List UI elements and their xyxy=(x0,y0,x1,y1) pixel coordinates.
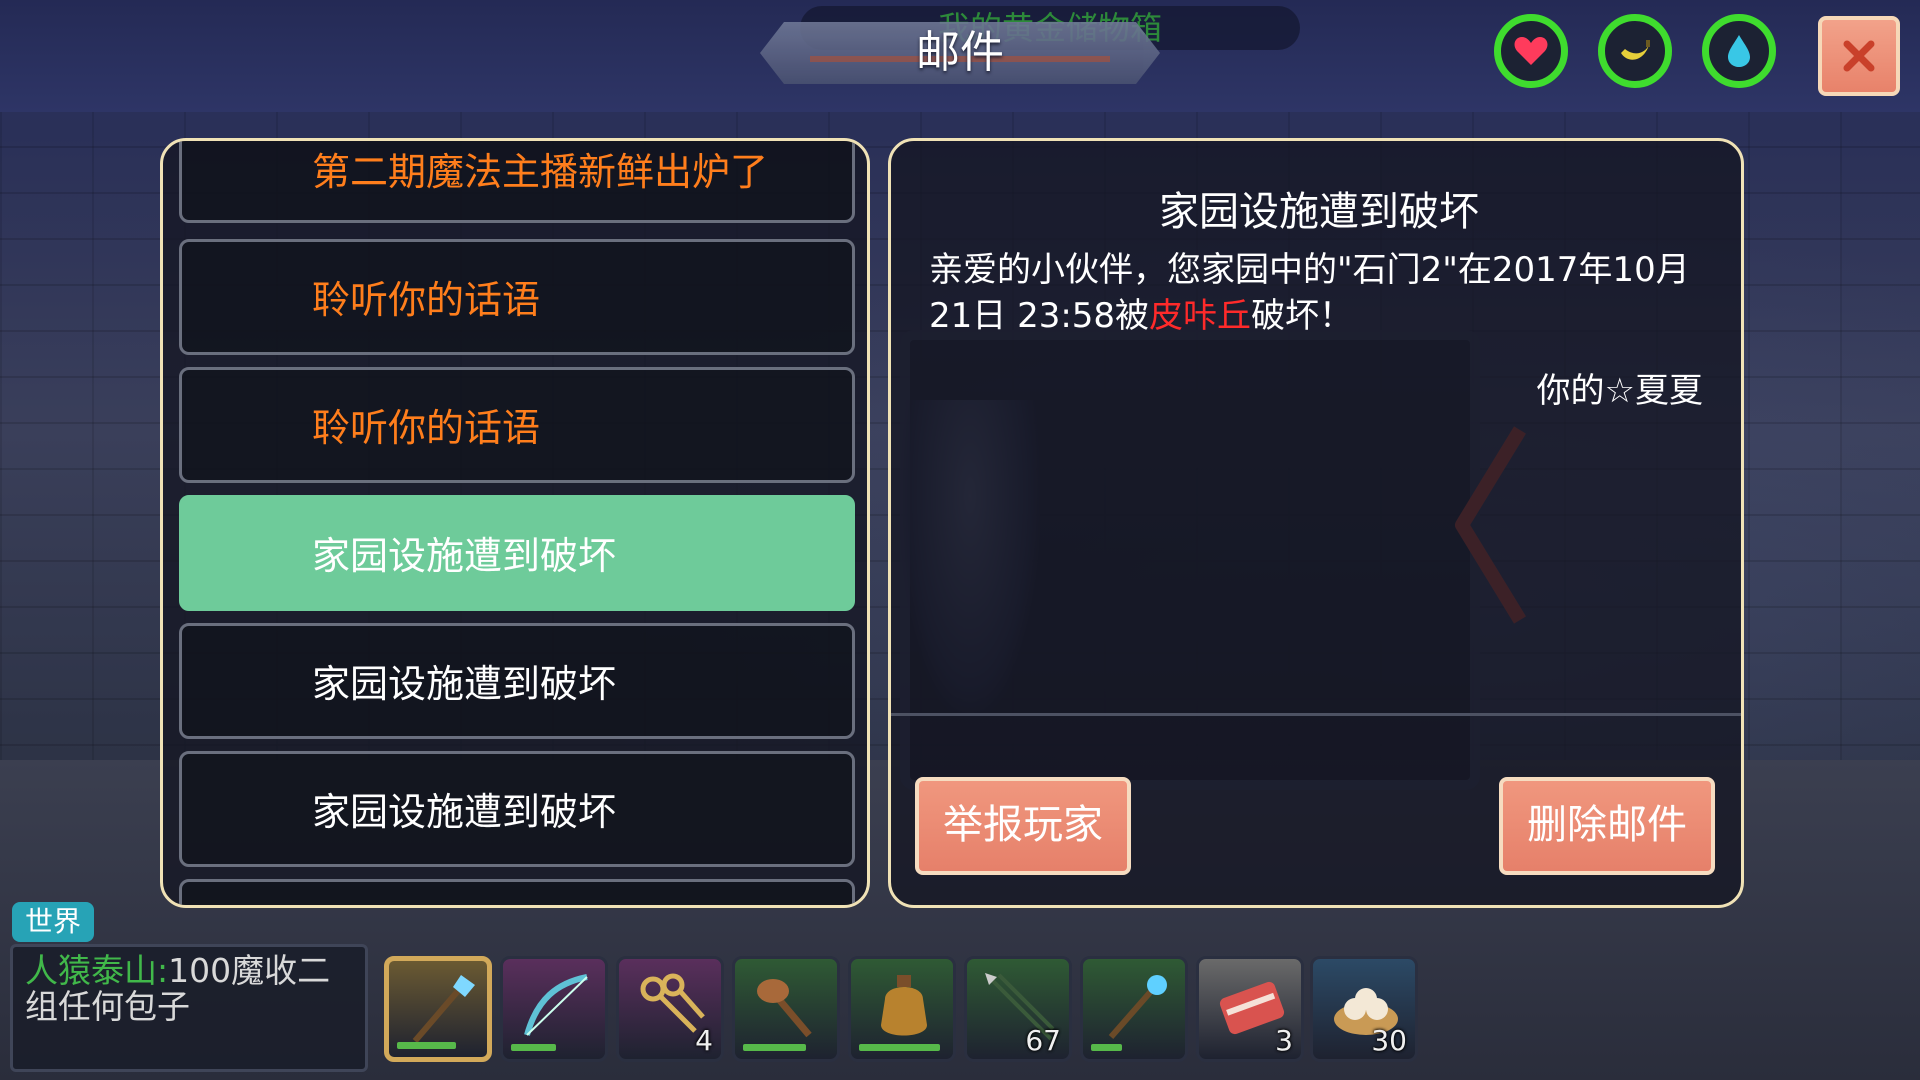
mail-item-label: 聆听你的话语 xyxy=(312,278,541,322)
attacker-name: 皮咔丘 xyxy=(1149,296,1252,336)
durability-bar xyxy=(743,1044,806,1051)
water-drop-icon xyxy=(1728,35,1750,67)
mail-item-label: 第二期魔法主播新鲜出炉了 xyxy=(312,150,769,194)
hotbar-slot-selected[interactable] xyxy=(384,956,492,1062)
banana-icon xyxy=(1621,40,1650,60)
hotbar-slot[interactable] xyxy=(732,956,840,1062)
mail-body-text-end: 破坏！ xyxy=(1251,296,1354,336)
mail-item[interactable]: 家园设施遭到破坏 xyxy=(179,751,855,867)
page-title: 邮件 xyxy=(916,27,1004,78)
mail-item-label: 家园设施遭到破坏 xyxy=(312,662,617,706)
wooden-club-icon xyxy=(757,979,812,1038)
mail-detail-panel: 家园设施遭到破坏 亲爱的小伙伴，您家园中的"石门2"在2017年10月21日 2… xyxy=(888,138,1744,908)
heart-icon xyxy=(1514,37,1548,65)
delete-mail-button[interactable]: 删除邮件 xyxy=(1499,777,1715,875)
mail-item-label: 聆听你的话语 xyxy=(312,406,541,450)
item-count: 30 xyxy=(1371,1024,1407,1057)
mail-item[interactable]: 家园设施遭到破坏 xyxy=(179,623,855,739)
mail-body: 亲爱的小伙伴，您家园中的"石门2"在2017年10月21日 23:58被皮咔丘破… xyxy=(929,247,1709,339)
crystal-bow-icon xyxy=(524,974,588,1036)
mail-item[interactable]: 聆听你的话语 xyxy=(179,367,855,483)
chat-tab-world[interactable]: 世界 xyxy=(12,902,94,942)
mail-item-label: 家园设施遭到破坏 xyxy=(312,790,617,834)
durability-bar xyxy=(1091,1044,1122,1051)
divider xyxy=(891,713,1741,716)
magic-wand-icon xyxy=(1108,975,1167,1039)
hotbar-slot[interactable] xyxy=(1080,956,1188,1062)
mail-item-partial[interactable] xyxy=(179,879,855,905)
mail-item[interactable]: 第二期魔法主播新鲜出炉了 xyxy=(179,141,855,223)
chat-sender: 人猿泰山 xyxy=(25,951,157,990)
hotbar-slot[interactable]: 30 xyxy=(1310,956,1418,1062)
item-count: 4 xyxy=(695,1024,713,1057)
close-icon xyxy=(1843,40,1875,72)
mail-item[interactable]: 聆听你的话语 xyxy=(179,239,855,355)
hotbar-slot[interactable]: 3 xyxy=(1196,956,1304,1062)
close-button[interactable] xyxy=(1818,16,1900,96)
durability-bar xyxy=(397,1042,456,1049)
hotbar-slot[interactable]: 4 xyxy=(616,956,724,1062)
report-player-button[interactable]: 举报玩家 xyxy=(915,777,1131,875)
hunger-indicator xyxy=(1598,14,1672,88)
chat-colon: : xyxy=(157,951,169,990)
item-count: 67 xyxy=(1025,1024,1061,1057)
mail-item-label: 家园设施遭到破坏 xyxy=(312,534,617,578)
thirst-indicator xyxy=(1702,14,1776,88)
durability-bar xyxy=(511,1044,556,1051)
hotbar-slot[interactable] xyxy=(848,956,956,1062)
mail-list-panel[interactable]: 第二期魔法主播新鲜出炉了 聆听你的话语 聆听你的话语 家园设施遭到破坏 家园设施… xyxy=(160,138,870,908)
water-bag-icon xyxy=(881,975,927,1036)
crystal-staff-icon xyxy=(412,975,475,1043)
hotbar-slot[interactable] xyxy=(500,956,608,1062)
hotbar-slot[interactable]: 67 xyxy=(964,956,1072,1062)
chat-box[interactable]: 人猿泰山:100魔收二组任何包子 xyxy=(10,944,368,1072)
mail-item-selected[interactable]: 家园设施遭到破坏 xyxy=(179,495,855,611)
durability-bar xyxy=(859,1044,940,1051)
health-indicator xyxy=(1494,14,1568,88)
item-count: 3 xyxy=(1275,1024,1293,1057)
mail-signature: 你的☆夏夏 xyxy=(1536,371,1703,411)
mail-title: 家园设施遭到破坏 xyxy=(1159,189,1479,235)
